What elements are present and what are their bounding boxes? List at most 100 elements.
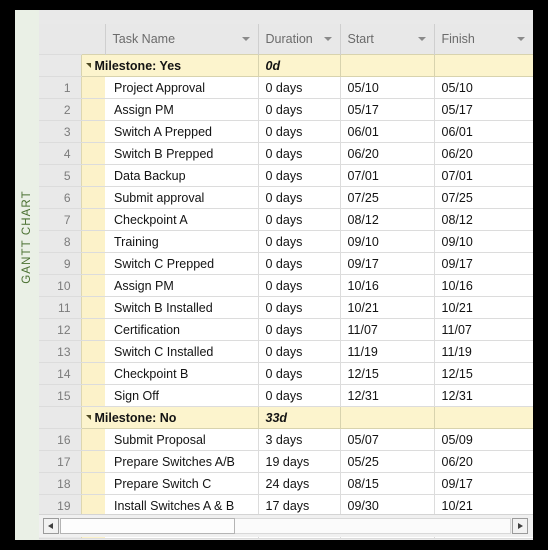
cell-task-name[interactable]: Checkpoint A xyxy=(105,208,258,231)
cell-duration[interactable]: 0 days xyxy=(257,76,340,99)
cell-start[interactable]: 12/31 xyxy=(339,384,434,407)
cell-task-name[interactable]: Switch A Prepped xyxy=(105,120,258,143)
cell-duration[interactable]: 0 days xyxy=(257,142,340,165)
table-row[interactable]: 14 Checkpoint B0 days 12/15 12/15 xyxy=(39,362,533,385)
group-row[interactable]: Milestone: Yes 0d xyxy=(39,54,533,77)
cell-start[interactable]: 05/10 xyxy=(339,76,434,99)
cell-task-name[interactable]: Sign Off xyxy=(105,384,258,407)
table-row[interactable]: 13 Switch C Installed 0 days 11/19 11/19 xyxy=(39,340,533,363)
group-row[interactable]: Milestone: No 33d xyxy=(39,406,533,429)
cell-task-name[interactable]: Switch B Installed xyxy=(105,296,258,319)
table-row[interactable]: 12 Certification 0 days 11/07 11/07 xyxy=(39,318,533,341)
cell-task-name[interactable]: Prepare Switches A/B xyxy=(105,450,258,473)
table-row[interactable]: 10 Assign PM 0 days 10/16 10/16 xyxy=(39,274,533,297)
cell-duration[interactable]: 0 days xyxy=(257,296,340,319)
collapse-triangle-icon[interactable] xyxy=(85,63,91,69)
column-header-duration[interactable]: Duration xyxy=(257,24,340,55)
cell-finish[interactable]: 05/10 xyxy=(433,76,533,99)
table-row[interactable]: 4 Switch B Prepped 0 days 06/20 06/20 xyxy=(39,142,533,165)
cell-finish[interactable]: 07/25 xyxy=(433,186,533,209)
cell-duration[interactable]: 24 days xyxy=(257,472,340,495)
cell-start[interactable]: 05/17 xyxy=(339,98,434,121)
cell-duration[interactable]: 0 days xyxy=(257,340,340,363)
cell-duration[interactable]: 0 days xyxy=(257,120,340,143)
cell-finish[interactable]: 06/20 xyxy=(433,142,533,165)
table-row[interactable]: 11 Switch B Installed 0 days 10/21 10/21 xyxy=(39,296,533,319)
table-row[interactable]: 16 Submit Proposal 3 days 05/07 05/09 xyxy=(39,428,533,451)
table-row[interactable]: 6 Submit approval 0 days 07/25 07/25 xyxy=(39,186,533,209)
collapse-triangle-icon[interactable] xyxy=(85,415,91,421)
cell-finish[interactable]: 06/20 xyxy=(433,450,533,473)
cell-start[interactable]: 11/19 xyxy=(339,340,434,363)
cell-finish[interactable]: 12/15 xyxy=(433,362,533,385)
cell-finish[interactable]: 11/19 xyxy=(433,340,533,363)
table-row[interactable]: 9 Switch C Prepped 0 days 09/17 09/17 xyxy=(39,252,533,275)
cell-finish[interactable]: 07/01 xyxy=(433,164,533,187)
column-header-start[interactable]: Start xyxy=(339,24,434,55)
cell-duration[interactable]: 0 days xyxy=(257,208,340,231)
table-row[interactable]: 3 Switch A Prepped 0 days 06/01 06/01 xyxy=(39,120,533,143)
table-row[interactable]: 7 Checkpoint A0 days 08/12 08/12 xyxy=(39,208,533,231)
cell-finish[interactable]: 09/17 xyxy=(433,252,533,275)
cell-task-name[interactable]: Checkpoint B xyxy=(105,362,258,385)
cell-duration[interactable]: 0 days xyxy=(257,384,340,407)
scroll-right-icon[interactable] xyxy=(512,518,528,534)
cell-duration[interactable]: 0 days xyxy=(257,274,340,297)
group-label-cell[interactable]: Milestone: Yes xyxy=(80,54,258,77)
table-row[interactable]: 2 Assign PM 0 days 05/17 05/17 xyxy=(39,98,533,121)
cell-start[interactable]: 09/10 xyxy=(339,230,434,253)
cell-duration[interactable]: 0 days xyxy=(257,98,340,121)
filter-chevron-down-icon[interactable] xyxy=(417,37,426,41)
cell-task-name[interactable]: Certification xyxy=(105,318,258,341)
cell-task-name[interactable]: Assign PM xyxy=(105,98,258,121)
cell-task-name[interactable]: Project Approval xyxy=(105,76,258,99)
horizontal-scrollbar[interactable] xyxy=(39,514,533,537)
cell-finish[interactable]: 10/16 xyxy=(433,274,533,297)
cell-duration[interactable]: 0 days xyxy=(257,362,340,385)
cell-finish[interactable]: 10/21 xyxy=(433,296,533,319)
cell-task-name[interactable]: Assign PM xyxy=(105,274,258,297)
table-row[interactable]: 18 Prepare Switch C 24 days 08/15 09/17 xyxy=(39,472,533,495)
cell-finish[interactable]: 11/07 xyxy=(433,318,533,341)
cell-finish[interactable]: 08/12 xyxy=(433,208,533,231)
cell-task-name[interactable]: Switch C Installed xyxy=(105,340,258,363)
scrollbar-thumb[interactable] xyxy=(60,518,235,534)
cell-finish[interactable]: 09/10 xyxy=(433,230,533,253)
cell-duration[interactable]: 0 days xyxy=(257,186,340,209)
cell-duration[interactable]: 19 days xyxy=(257,450,340,473)
filter-chevron-down-icon[interactable] xyxy=(323,37,332,41)
scroll-left-icon[interactable] xyxy=(43,518,59,534)
cell-finish[interactable]: 05/09 xyxy=(433,428,533,451)
cell-finish[interactable]: 12/31 xyxy=(433,384,533,407)
table-row[interactable]: 17 Prepare Switches A/B 19 days 05/25 06/20 xyxy=(39,450,533,473)
cell-start[interactable]: 07/01 xyxy=(339,164,434,187)
cell-task-name[interactable]: Switch C Prepped xyxy=(105,252,258,275)
group-label-cell[interactable]: Milestone: No xyxy=(80,406,258,429)
cell-start[interactable]: 08/15 xyxy=(339,472,434,495)
table-row[interactable]: 15 Sign Off 0 days 12/31 12/31 xyxy=(39,384,533,407)
cell-task-name[interactable]: Data Backup xyxy=(105,164,258,187)
cell-start[interactable]: 12/15 xyxy=(339,362,434,385)
cell-task-name[interactable]: Prepare Switch C xyxy=(105,472,258,495)
cell-start[interactable]: 09/17 xyxy=(339,252,434,275)
cell-duration[interactable]: 3 days xyxy=(257,428,340,451)
table-row[interactable]: 8 Training 0 days 09/10 09/10 xyxy=(39,230,533,253)
cell-start[interactable]: 06/01 xyxy=(339,120,434,143)
cell-task-name[interactable]: Training xyxy=(105,230,258,253)
table-row[interactable]: 5 Data Backup 0 days 07/01 07/01 xyxy=(39,164,533,187)
cell-finish[interactable]: 09/17 xyxy=(433,472,533,495)
cell-task-name[interactable]: Switch B Prepped xyxy=(105,142,258,165)
cell-start[interactable]: 10/16 xyxy=(339,274,434,297)
cell-duration[interactable]: 0 days xyxy=(257,318,340,341)
cell-start[interactable]: 05/07 xyxy=(339,428,434,451)
cell-finish[interactable]: 05/17 xyxy=(433,98,533,121)
cell-start[interactable]: 05/25 xyxy=(339,450,434,473)
column-header-task-name[interactable]: Task Name xyxy=(104,24,258,55)
cell-duration[interactable]: 0 days xyxy=(257,252,340,275)
cell-duration[interactable]: 0 days xyxy=(257,230,340,253)
cell-task-name[interactable]: Submit approval xyxy=(105,186,258,209)
table-row[interactable]: 1 Project Approval 0 days 05/10 05/10 xyxy=(39,76,533,99)
cell-start[interactable]: 08/12 xyxy=(339,208,434,231)
cell-start[interactable]: 06/20 xyxy=(339,142,434,165)
filter-chevron-down-icon[interactable] xyxy=(516,37,525,41)
